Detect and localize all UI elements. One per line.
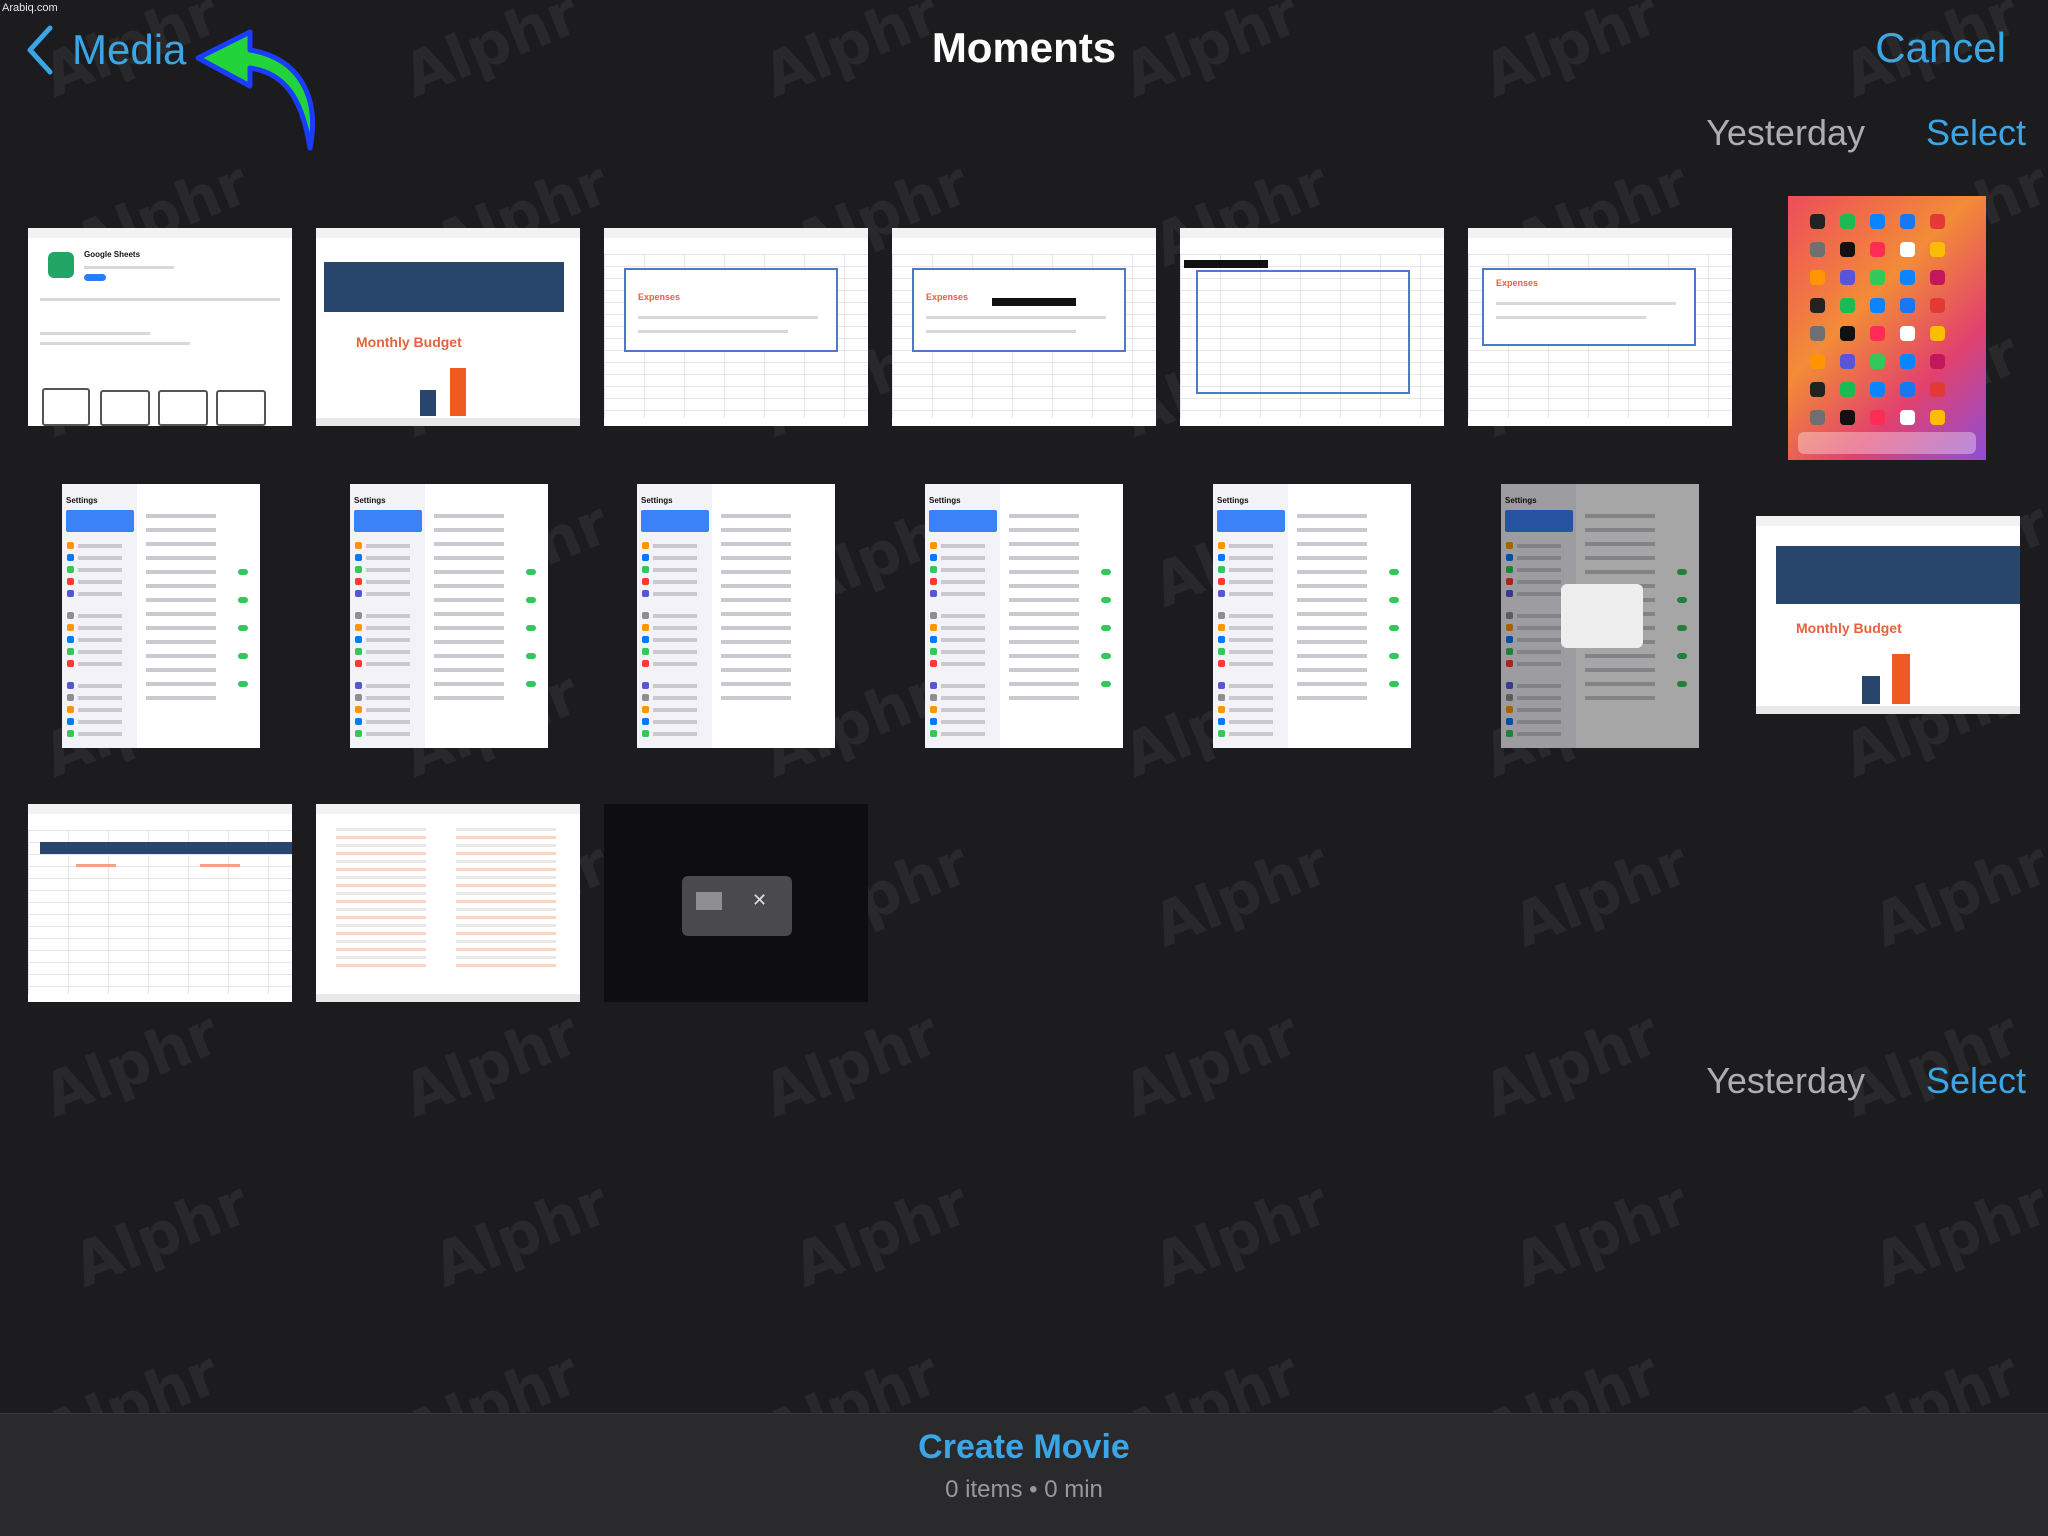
create-movie-button[interactable]: Create Movie [0, 1428, 2048, 1467]
moment-thumbnail-ipad-home[interactable] [1788, 196, 1986, 460]
watermark: Alphr [1143, 828, 1339, 962]
duration-text: 0 min [1044, 1476, 1103, 1503]
moment-thumbnail-expenses-table[interactable] [316, 804, 580, 1002]
watermark: Alphr [63, 1168, 259, 1302]
moment-thumbnail-settings[interactable]: Settings [350, 484, 548, 748]
section-date-label: Yesterday [1706, 1060, 1865, 1101]
items-count: 0 items [945, 1476, 1023, 1503]
selection-summary: 0 items • 0 min [0, 1476, 2048, 1504]
moment-thumbnail-settings[interactable]: Settings [925, 484, 1123, 748]
moment-thumbnail-expenses[interactable]: Expenses [1468, 228, 1732, 426]
page-title: Moments [931, 24, 1117, 71]
moment-thumbnail-expenses[interactable]: Expenses [892, 228, 1156, 426]
moment-thumbnail-settings[interactable]: Settings [1213, 484, 1411, 748]
select-button[interactable]: Select [1926, 1060, 2026, 1102]
watermark: Alphr [1863, 828, 2048, 962]
watermark: Alphr [753, 998, 949, 1132]
separator-dot: • [1029, 1476, 1038, 1503]
watermark: Alphr [1503, 828, 1699, 962]
bottom-toolbar: Create Movie 0 items • 0 min [0, 1413, 2048, 1536]
moment-thumbnail-expenses-income[interactable] [28, 804, 292, 1002]
moment-thumbnail-expenses[interactable]: Expenses [604, 228, 868, 426]
watermark: Alphr [33, 998, 229, 1132]
watermark: Alphr [393, 998, 589, 1132]
moment-thumbnail-app-store[interactable]: Google Sheets [28, 228, 292, 426]
section-date-label: Yesterday [1706, 112, 1865, 153]
moment-thumbnail-budget[interactable]: Monthly Budget [316, 228, 580, 426]
moment-thumbnail-settings-dialog[interactable]: Settings [1501, 484, 1699, 748]
select-button[interactable]: Select [1926, 112, 2026, 154]
moment-thumbnail-settings[interactable]: Settings [62, 484, 260, 748]
moment-thumbnail-blank-sheet[interactable] [1180, 228, 1444, 426]
moment-thumbnail-settings[interactable]: Settings [637, 484, 835, 748]
watermark: Alphr [1113, 998, 1309, 1132]
watermark: Alphr [423, 1168, 619, 1302]
watermark: Alphr [1863, 1168, 2048, 1302]
moment-thumbnail-new-project[interactable]: ✕ [604, 804, 868, 1002]
watermark: Alphr [783, 1168, 979, 1302]
cancel-button[interactable]: Cancel [1875, 24, 2006, 72]
watermark: Alphr [1473, 998, 1669, 1132]
watermark: Alphr [1503, 1168, 1699, 1302]
source-watermark: Arabiq.com [2, 2, 58, 14]
moment-thumbnail-budget[interactable]: Monthly Budget [1756, 516, 2020, 714]
watermark: Alphr [1143, 1168, 1339, 1302]
